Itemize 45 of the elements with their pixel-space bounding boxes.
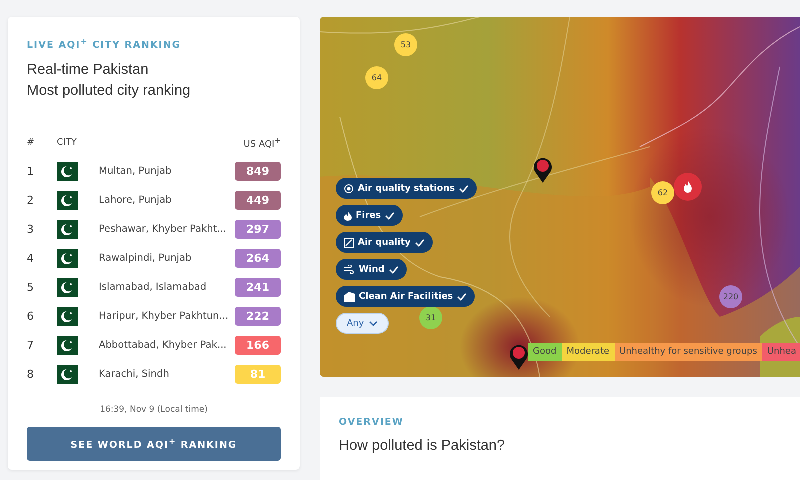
rank-number: 6 [27,310,35,324]
layer-toggle[interactable]: Air quality stations [336,178,478,199]
legend-item: Unhea [762,343,800,361]
column-header: US AQI$^{+}$ [242,136,281,150]
city-name: Abbottabad, Khyber Pak... [99,340,228,352]
rank-number: 5 [27,281,35,294]
aqi-badge: 241 [235,278,281,298]
layer-toggle[interactable]: Air quality [336,232,433,253]
rank-number: 3 [27,223,35,236]
timestamp: 16:39, Nov 9 (Local time) [100,405,208,416]
column-header: CITY [57,138,78,148]
legend-item: Moderate [562,343,615,361]
section-title: How polluted is Pakistan? [339,437,506,456]
filter-dropdown[interactable]: Any [336,313,390,334]
city-name: Multan, Punjab [99,166,173,178]
layer-toggle[interactable]: Fires [336,205,404,226]
card-title: Real-time Pakistan [27,61,150,80]
card-title: Most polluted city ranking [27,82,192,102]
section-eyebrow: OVERVIEW [339,417,405,428]
layer-toggle[interactable]: Wind [336,259,407,280]
aqi-badge: 297 [235,220,281,240]
world-ranking-button[interactable]: SEE WORLD AQI$^{+}$ RANKING [27,427,281,462]
aqi-badge: 222 [235,307,281,326]
legend-item: Good [528,343,562,361]
city-name: Lahore, Punjab [99,195,173,206]
aqi-badge: 166 [235,336,281,356]
city-name: Islamabad, Islamabad [99,282,208,294]
rank-number: 4 [27,252,35,266]
aqi-badge: 849 [235,162,281,182]
layer-toggle[interactable]: Clean Air Facilities [336,286,476,307]
rank-number: 8 [27,368,35,382]
column-header: # [27,138,36,148]
map[interactable]: 53 64 62 31 220 Air quality stations Fires Air quality Wind Clean Air Facilities Any Good Moderate Unhealthy for sensitive groups Unhea [320,17,800,377]
rank-number: 7 [27,339,35,352]
aqi-badge: 264 [235,249,281,268]
city-name: Peshawar, Khyber Pakht... [99,224,228,236]
section-eyebrow: LIVE AQI$^{+}$ CITY RANKING [27,37,182,52]
city-name: Karachi, Sindh [99,369,170,380]
aqi-badge: 449 [235,191,281,210]
rank-number: 2 [27,194,35,208]
city-name: Rawalpindi, Punjab [99,253,193,264]
rank-number: 1 [27,165,35,178]
aqi-badge: 81 [235,365,281,384]
legend-item: Unhealthy for sensitive groups [614,343,762,361]
city-name: Haripur, Khyber Pakhtun... [99,311,230,322]
